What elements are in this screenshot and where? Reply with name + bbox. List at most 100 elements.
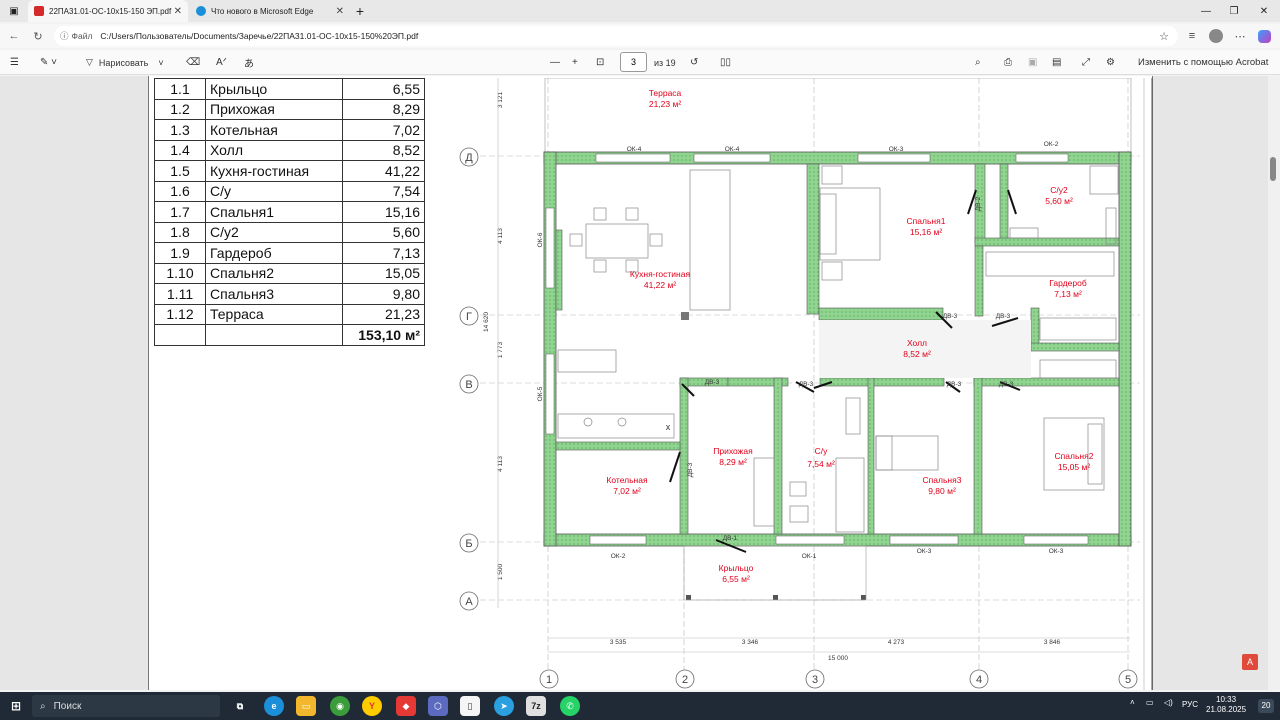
tray-overflow-icon[interactable]: ˄ bbox=[1130, 698, 1135, 707]
close-tab-icon[interactable]: ✕ bbox=[336, 6, 344, 17]
fullscreen-icon[interactable]: ⤢ bbox=[1082, 55, 1090, 70]
contents-icon[interactable]: ☰ bbox=[10, 55, 19, 70]
window-mark: ОК-4 bbox=[725, 146, 740, 153]
time: 10:33 bbox=[1216, 695, 1237, 704]
file-indicator[interactable]: ⓘ Файл bbox=[60, 30, 92, 42]
room-name: Спальня2 bbox=[205, 262, 343, 284]
room-name-boiler: Котельная bbox=[606, 475, 648, 485]
porch-outline bbox=[683, 545, 867, 601]
table-row: 1.4 Холл 8,52 bbox=[154, 139, 425, 161]
taskbar-search[interactable]: ⌕ Поиск bbox=[32, 695, 220, 717]
refresh-icon[interactable]: ↻ bbox=[30, 28, 46, 44]
page-view-icon[interactable]: ▯▯ bbox=[720, 55, 731, 70]
settings-gear-icon[interactable]: ⚙ bbox=[1106, 55, 1115, 70]
highlight-icon[interactable]: ✎ ˅ bbox=[40, 55, 57, 70]
tab-edge-news[interactable]: Что нового в Microsoft Edge ✕ bbox=[190, 0, 350, 22]
print-icon[interactable]: ⎙ bbox=[1004, 55, 1012, 70]
room-name: Гардероб bbox=[205, 242, 343, 264]
room-name: Терраса bbox=[205, 303, 343, 325]
search-icon[interactable]: ⌕ bbox=[975, 55, 981, 70]
document-icon[interactable]: ▯ bbox=[460, 696, 480, 716]
room-name-hall: Холл bbox=[907, 338, 927, 348]
whatsapp-icon[interactable]: ✆ bbox=[560, 696, 580, 716]
security-icon[interactable]: ⬡ bbox=[428, 696, 448, 716]
search-icon: ⌕ bbox=[40, 700, 46, 712]
anydesk-icon[interactable]: ◆ bbox=[396, 696, 416, 716]
window-mark: ОК-4 bbox=[627, 146, 642, 153]
network-icon[interactable]: ▭ bbox=[1146, 698, 1154, 707]
room-area-kitchen: 41,22 м² bbox=[644, 280, 676, 290]
axis-label-5: 5 bbox=[1125, 674, 1131, 686]
room-area: 5,60 bbox=[342, 221, 425, 243]
eraser-icon[interactable]: ⌫ bbox=[186, 55, 200, 70]
edit-with-acrobat-button[interactable]: Изменить с помощью Acrobat bbox=[1138, 55, 1268, 70]
room-name-wc: С/у bbox=[815, 446, 829, 456]
room-name: Кухня-гостиная bbox=[205, 160, 343, 182]
more-options-icon[interactable]: ⋯ bbox=[1232, 28, 1248, 44]
axis-label-d: Д bbox=[465, 152, 473, 164]
tab-pdf[interactable]: 22ПА31.01-ОС-10х15-150 ЭП.pdf ✕ bbox=[28, 0, 188, 22]
minimize-icon[interactable]: — bbox=[1192, 0, 1220, 22]
back-icon[interactable]: ← bbox=[6, 28, 22, 44]
room-area: 15,05 bbox=[342, 262, 425, 284]
tab-title: 22ПА31.01-ОС-10х15-150 ЭП.pdf bbox=[49, 6, 172, 16]
favorite-star-icon[interactable]: ☆ bbox=[1156, 28, 1172, 44]
door-mark: ДВ-3 bbox=[687, 462, 694, 477]
dim-col-4: 3 846 bbox=[1044, 639, 1061, 646]
language-indicator[interactable]: РУС bbox=[1182, 700, 1198, 709]
edge-taskbar-icon[interactable]: e bbox=[264, 696, 284, 716]
new-tab-button[interactable]: + bbox=[346, 0, 374, 22]
table-row: 1.1 Крыльцо 6,55 bbox=[154, 78, 425, 100]
start-windows-icon[interactable]: ⊞ bbox=[6, 696, 26, 716]
url-field[interactable]: ⓘ Файл C:/Users/Пользователь/Documents/За… bbox=[54, 26, 1178, 46]
save-icon[interactable]: ▣ bbox=[1028, 55, 1037, 70]
scrollbar-thumb[interactable] bbox=[1270, 157, 1276, 181]
room-area: 21,23 bbox=[342, 303, 425, 325]
profile-avatar[interactable] bbox=[1208, 28, 1224, 44]
axis-label-1: 1 bbox=[546, 674, 552, 686]
chrome-icon[interactable]: ◉ bbox=[330, 696, 350, 716]
room-name-wc2: С/у2 bbox=[1050, 185, 1068, 195]
draw-button[interactable]: ▽ Нарисовать ˅ bbox=[86, 55, 164, 70]
door-mark: ДВ-3 bbox=[943, 313, 958, 320]
room-number: 1.9 bbox=[154, 242, 206, 264]
notification-badge[interactable]: 20 bbox=[1258, 699, 1274, 713]
telegram-icon[interactable]: ➤ bbox=[494, 696, 514, 716]
read-aloud-icon[interactable]: Aᐟ bbox=[216, 55, 227, 70]
page-number-input[interactable]: 3 bbox=[620, 52, 647, 72]
7zip-icon[interactable]: 7z bbox=[526, 696, 546, 716]
chevron-down-icon: ˅ bbox=[158, 57, 164, 68]
door-mark: ДВ-3 bbox=[996, 313, 1011, 320]
translate-icon[interactable]: あ bbox=[244, 55, 254, 70]
zoom-in-icon[interactable]: + bbox=[572, 55, 578, 70]
close-window-icon[interactable]: ✕ bbox=[1250, 0, 1278, 22]
file-explorer-icon[interactable]: ▭ bbox=[296, 696, 316, 716]
copilot-icon[interactable] bbox=[1256, 28, 1272, 44]
maximize-icon[interactable]: ❐ bbox=[1220, 0, 1248, 22]
room-name: Холл bbox=[205, 139, 343, 161]
table-row: 1.10 Спальня2 15,05 bbox=[154, 262, 425, 284]
fit-page-icon[interactable]: ⊡ bbox=[596, 55, 604, 70]
info-icon: ⓘ bbox=[60, 31, 69, 41]
room-name-kitchen: Кухня-гостиная bbox=[630, 269, 691, 279]
save-as-icon[interactable]: ▤ bbox=[1052, 55, 1061, 70]
room-number: 1.5 bbox=[154, 160, 206, 182]
rotate-icon[interactable]: ↺ bbox=[690, 55, 698, 70]
task-view-icon[interactable]: ⧉ bbox=[230, 696, 250, 716]
volume-icon[interactable]: ◁) bbox=[1164, 698, 1173, 707]
yandex-browser-icon[interactable]: Y bbox=[362, 696, 382, 716]
clock[interactable]: 10:33 21.08.2025 bbox=[1206, 695, 1246, 715]
room-area-hallway: 8,29 м² bbox=[719, 457, 747, 467]
zoom-out-icon[interactable]: — bbox=[550, 55, 560, 70]
room-number: 1.8 bbox=[154, 221, 206, 243]
room-area: 6,55 bbox=[342, 78, 425, 100]
window-mark: ОК-3 bbox=[917, 548, 932, 555]
room-area: 8,29 bbox=[342, 98, 425, 120]
room-name: Котельная bbox=[205, 119, 343, 141]
close-tab-icon[interactable]: ✕ bbox=[174, 6, 182, 17]
room-area-bed2: 15,05 м² bbox=[1058, 462, 1090, 472]
favorites-icon[interactable]: ≡ bbox=[1184, 28, 1200, 44]
acrobat-icon[interactable]: A bbox=[1242, 654, 1258, 670]
tab-actions-icon[interactable]: ▣ bbox=[0, 0, 28, 22]
table-row: 1.3 Котельная 7,02 bbox=[154, 119, 425, 141]
